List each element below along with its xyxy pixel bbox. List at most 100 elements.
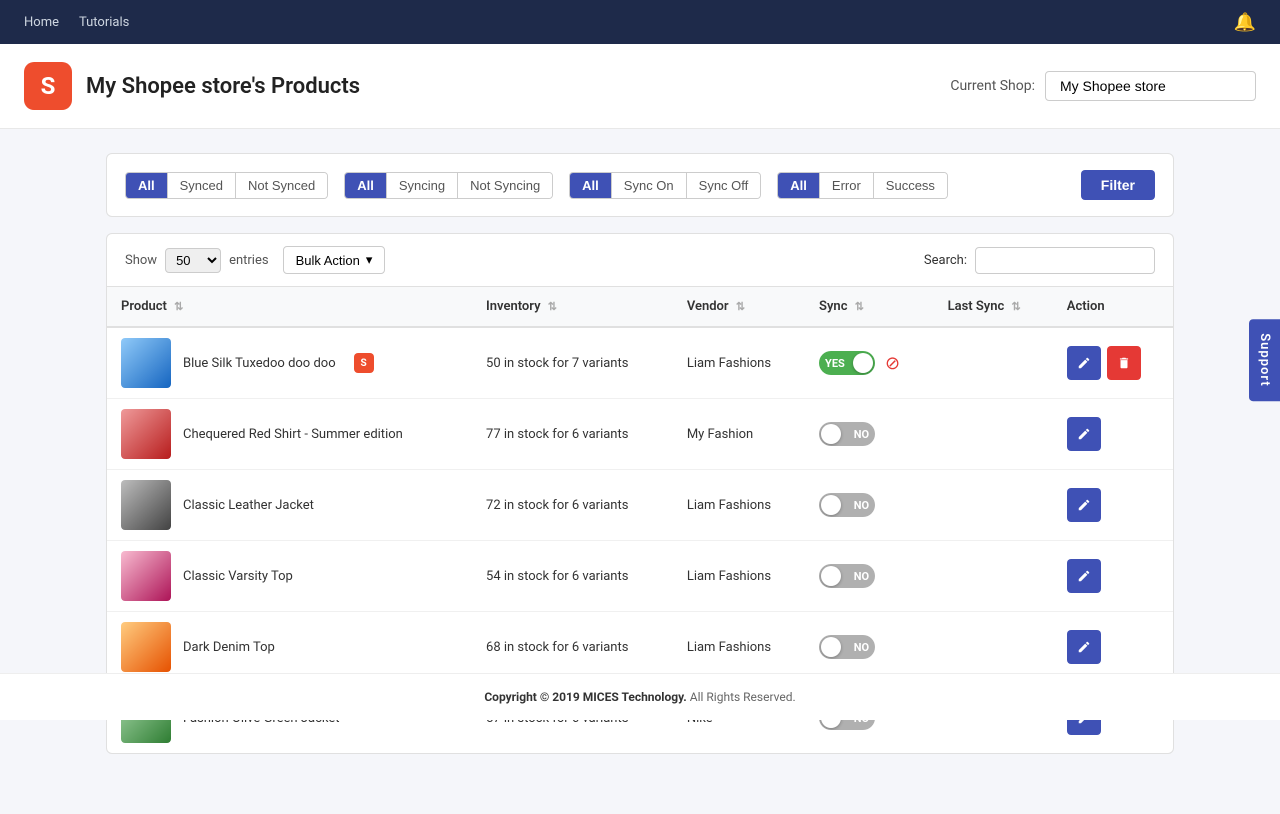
inventory-sort-icon[interactable]: ⇅: [548, 300, 557, 313]
toggle-knob: [821, 495, 841, 515]
sync-toggle[interactable]: NO: [819, 635, 875, 659]
filter-all-status[interactable]: All: [778, 173, 820, 198]
product-name: Dark Denim Top: [183, 640, 275, 655]
vendor-cell: Liam Fashions: [673, 612, 805, 683]
entries-label: entries: [229, 253, 269, 268]
product-thumbnail: [121, 551, 171, 601]
product-name: Chequered Red Shirt - Summer edition: [183, 427, 403, 442]
support-tab[interactable]: Support: [1249, 319, 1280, 401]
product-cell-1: Blue Silk Tuxedoo doo dooS: [107, 327, 472, 399]
bulk-action-chevron-icon: ▾: [366, 252, 373, 268]
top-navigation: Home Tutorials 🔔: [0, 0, 1280, 44]
sync-cell: NO: [805, 470, 934, 541]
vendor-sort-icon[interactable]: ⇅: [736, 300, 745, 313]
page-title: My Shopee store's Products: [86, 74, 360, 99]
notification-bell-icon[interactable]: 🔔: [1234, 12, 1256, 33]
header-left: S My Shopee store's Products: [24, 62, 360, 110]
filter-sync-on[interactable]: Sync On: [612, 173, 687, 198]
edit-button[interactable]: [1067, 488, 1101, 522]
sync-toggle[interactable]: YES: [819, 351, 875, 375]
filter-error[interactable]: Error: [820, 173, 874, 198]
entries-select[interactable]: 50 25 100: [165, 248, 221, 273]
sync-toggle[interactable]: NO: [819, 493, 875, 517]
filter-group-status: All Error Success: [777, 172, 948, 199]
product-sort-icon[interactable]: ⇅: [174, 300, 183, 313]
sync-label: NO: [854, 641, 869, 654]
col-action: Action: [1053, 287, 1173, 327]
vendor-cell: My Fashion: [673, 399, 805, 470]
vendor-cell: Liam Fashions: [673, 327, 805, 399]
product-thumbnail: [121, 622, 171, 672]
footer-rights: All Rights Reserved.: [690, 690, 796, 704]
filter-success[interactable]: Success: [874, 173, 947, 198]
inventory-cell: 50 in stock for 7 variants: [472, 327, 673, 399]
nav-home-link[interactable]: Home: [24, 15, 59, 30]
sync-label: NO: [854, 570, 869, 583]
toggle-knob: [853, 353, 873, 373]
filter-group-sync-status: All Synced Not Synced: [125, 172, 328, 199]
sync-toggle[interactable]: NO: [819, 422, 875, 446]
table-row: Classic Varsity Top54 in stock for 6 var…: [107, 541, 1173, 612]
sync-toggle[interactable]: NO: [819, 564, 875, 588]
show-label: Show: [125, 253, 157, 268]
product-cell-2: Chequered Red Shirt - Summer edition: [107, 399, 472, 470]
bulk-action-button[interactable]: Bulk Action ▾: [283, 246, 386, 274]
filter-all-sync-toggle[interactable]: All: [570, 173, 612, 198]
footer-copyright: Copyright © 2019 MICES Technology.: [484, 690, 686, 704]
vendor-cell: Liam Fashions: [673, 541, 805, 612]
filter-all-sync-status[interactable]: All: [126, 173, 168, 198]
product-thumbnail: [121, 338, 171, 388]
edit-button[interactable]: [1067, 417, 1101, 451]
filter-group-sync-toggle: All Sync On Sync Off: [569, 172, 761, 199]
search-bar: Search:: [924, 247, 1155, 274]
edit-button[interactable]: [1067, 630, 1101, 664]
nav-tutorials-link[interactable]: Tutorials: [79, 15, 129, 30]
filter-button[interactable]: Filter: [1081, 170, 1155, 200]
edit-button[interactable]: [1067, 346, 1101, 380]
search-input[interactable]: [975, 247, 1155, 274]
shopee-logo-icon: S: [24, 62, 72, 110]
edit-button[interactable]: [1067, 559, 1101, 593]
last-sync-cell: [934, 541, 1053, 612]
delete-button[interactable]: [1107, 346, 1141, 380]
sync-cell: YES ⊘: [805, 327, 934, 399]
header-right: Current Shop:: [950, 71, 1256, 101]
col-last-sync: Last Sync ⇅: [934, 287, 1053, 327]
shopee-badge-icon: S: [354, 353, 374, 373]
table-row: Dark Denim Top 68 in stock for 6 variants…: [107, 612, 1173, 683]
inventory-cell: 68 in stock for 6 variants: [472, 612, 673, 683]
sync-label: NO: [854, 712, 869, 725]
filter-not-syncing[interactable]: Not Syncing: [458, 173, 552, 198]
filter-syncing[interactable]: Syncing: [387, 173, 458, 198]
action-cell: [1053, 612, 1173, 683]
table-controls: Show 50 25 100 entries Bulk Action ▾ Sea…: [106, 233, 1174, 286]
inventory-cell: 77 in stock for 6 variants: [472, 399, 673, 470]
sync-label: YES: [825, 357, 845, 370]
product-thumbnail: [121, 409, 171, 459]
table-row: Chequered Red Shirt - Summer edition 77 i…: [107, 399, 1173, 470]
filter-sync-off[interactable]: Sync Off: [687, 173, 761, 198]
filter-group-syncing: All Syncing Not Syncing: [344, 172, 553, 199]
product-name: Classic Leather Jacket: [183, 498, 314, 513]
table-row: Blue Silk Tuxedoo doo dooS50 in stock fo…: [107, 327, 1173, 399]
last-sync-cell: [934, 327, 1053, 399]
product-cell-3: Classic Leather Jacket: [107, 470, 472, 541]
current-shop-label: Current Shop:: [950, 78, 1035, 94]
product-name: Classic Varsity Top: [183, 569, 293, 584]
sync-error-icon: ⊘: [885, 353, 900, 374]
sync-sort-icon[interactable]: ⇅: [855, 300, 864, 313]
sync-cell: NO: [805, 399, 934, 470]
bulk-action-label: Bulk Action: [296, 253, 360, 268]
filter-all-syncing[interactable]: All: [345, 173, 387, 198]
page-header: S My Shopee store's Products Current Sho…: [0, 44, 1280, 129]
col-inventory: Inventory ⇅: [472, 287, 673, 327]
vendor-cell: Liam Fashions: [673, 470, 805, 541]
last-sync-sort-icon[interactable]: ⇅: [1012, 300, 1021, 313]
table-row: Classic Leather Jacket72 in stock for 6 …: [107, 470, 1173, 541]
toggle-knob: [821, 637, 841, 657]
sync-cell: NO: [805, 541, 934, 612]
filter-not-synced[interactable]: Not Synced: [236, 173, 327, 198]
filter-synced[interactable]: Synced: [168, 173, 236, 198]
current-shop-input[interactable]: [1045, 71, 1256, 101]
show-entries: Show 50 25 100 entries: [125, 248, 269, 273]
